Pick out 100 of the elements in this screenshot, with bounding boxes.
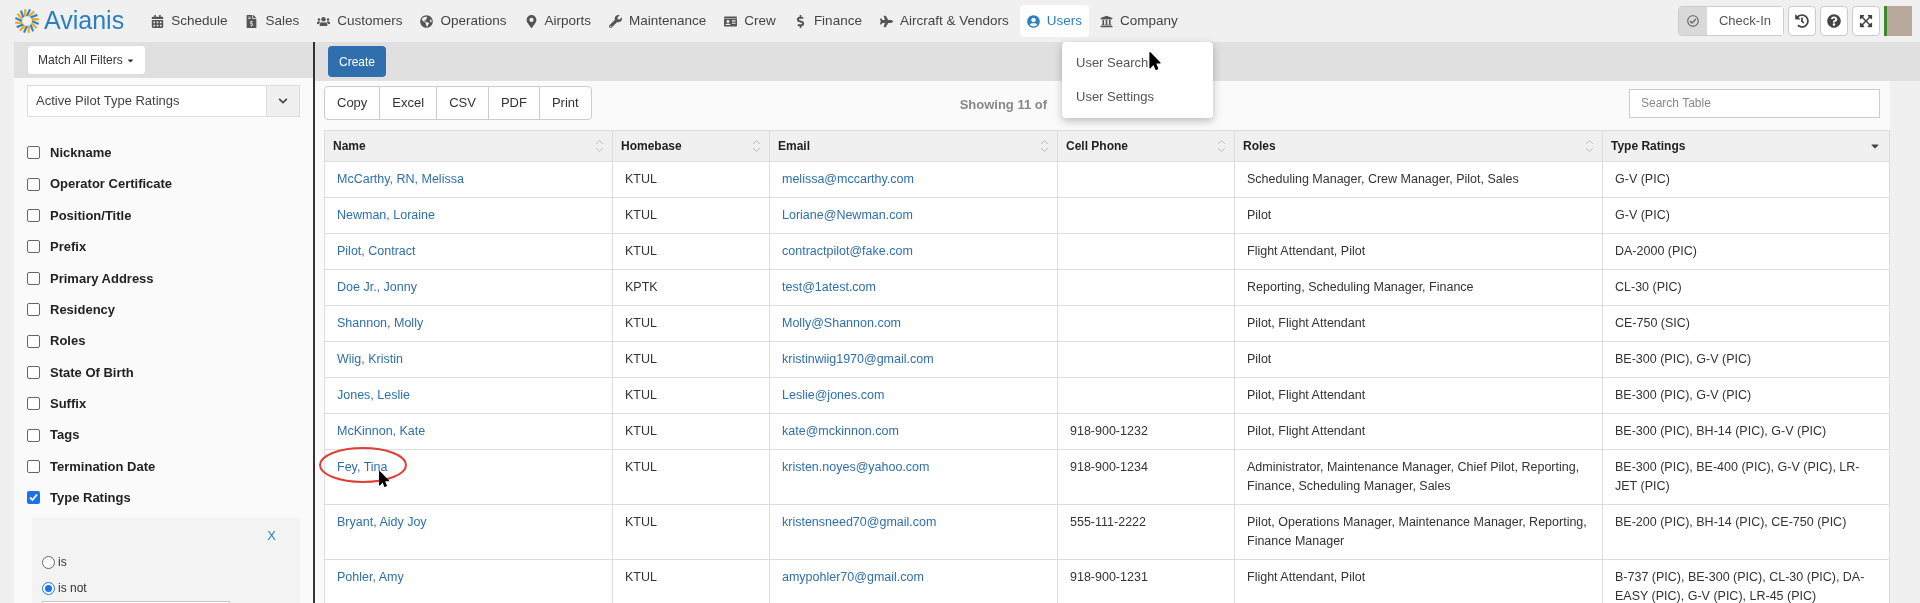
table-cell: Reporting, Scheduling Manager, Finance [1247,280,1474,294]
nav-item[interactable]: Users [1019,5,1089,37]
user-name-link[interactable]: Shannon, Molly [337,316,424,330]
export-button[interactable]: CSV [436,87,488,119]
filter-checkbox[interactable] [27,491,40,505]
history-icon [1795,14,1809,28]
email-link[interactable]: kristen.noyes@yahoo.com [782,460,930,474]
table-cell: KTUL [625,460,657,474]
email-link[interactable]: kristensneed70@gmail.com [782,515,937,529]
history-button[interactable] [1788,6,1816,36]
nav-item[interactable]: Finance [786,5,869,37]
close-button[interactable]: X [267,525,276,546]
filter-checkbox[interactable] [27,334,40,348]
user-name-link[interactable]: Wiig, Kristin [337,352,403,366]
filter-label: Position/Title [50,206,132,225]
table-cell: BE-300 (PIC), BH-14 (PIC), G-V (PIC) [1615,424,1827,438]
export-button[interactable]: Copy [325,87,380,119]
email-link[interactable]: melissa@mccarthy.com [782,172,914,186]
table-cell: KTUL [625,515,657,529]
check-in-button[interactable]: Check-In [1706,7,1783,35]
globe-icon [420,14,434,28]
cursor-icon [1148,52,1162,70]
nav-item[interactable]: Schedule [144,5,235,37]
column-header[interactable]: Cell Phone [1057,131,1234,161]
radio-button[interactable] [42,555,55,569]
menu-item[interactable]: User Settings [1062,80,1213,114]
sunburst-logo-icon [14,8,40,34]
nav-item[interactable]: Operations [413,5,514,37]
nav-item[interactable]: Crew [717,5,783,37]
chevron-down-icon [266,86,299,116]
filter-label: Suffix [50,395,87,414]
user-name-link[interactable]: Bryant, Aidy Joy [337,515,427,529]
building-icon [1100,14,1113,28]
filter-checkbox[interactable] [27,240,40,254]
create-button[interactable]: Create [328,46,387,77]
radio-button[interactable] [42,581,55,595]
expand-button[interactable] [1852,6,1880,36]
map-pin-icon [524,14,538,28]
nav-item[interactable]: Aircraft & Vendors [872,5,1016,37]
filter-checkbox[interactable] [27,460,40,474]
email-link[interactable]: Leslie@jones.com [782,388,885,402]
table-cell: Scheduling Manager, Crew Manager, Pilot, Sales [1247,172,1519,186]
users-icon [317,14,331,28]
search-field[interactable]: Search Table [1629,88,1880,118]
user-name-link[interactable]: Pilot, Contract [337,244,416,258]
column-header[interactable]: Type Ratings [1602,131,1889,161]
table-cell: KTUL [625,424,657,438]
menu-item[interactable]: User Search [1062,46,1213,80]
table-cell: Pilot, Flight Attendant [1247,388,1366,402]
export-button[interactable]: PDF [487,87,539,119]
column-header[interactable]: Name [325,131,612,161]
table-cell: B-737 (PIC), BE-300 (PIC), CL-30 (PIC), DA-EASY (PIC), G-V (PIC), LR-45 (PIC) [1615,570,1865,603]
email-link[interactable]: test@1atest.com [782,280,876,294]
filter-checkbox[interactable] [27,177,40,191]
filter-checkbox[interactable] [27,365,40,379]
email-link[interactable]: contractpilot@fake.com [782,244,913,258]
column-header[interactable]: Email [769,131,1057,161]
user-name-link[interactable]: Jones, Leslie [337,388,410,402]
filter-checkbox[interactable] [27,397,40,411]
filter-select[interactable]: Active Pilot Type Ratings [27,85,300,117]
user-name-link[interactable]: McKinnon, Kate [337,424,426,438]
user-name-link[interactable]: McCarthy, RN, Melissa [337,172,464,186]
calendar-icon [151,14,165,28]
email-link[interactable]: kate@mckinnon.com [782,424,899,438]
help-button[interactable] [1820,6,1848,36]
radio-label: is not [58,580,87,598]
table-cell: 555-111-2222 [1070,515,1146,529]
filter-checkbox[interactable] [27,303,40,317]
user-name-link[interactable]: Doe Jr., Jonny [337,280,417,294]
filter-checkbox[interactable] [27,428,40,442]
nav-item[interactable]: Sales [238,5,307,37]
email-link[interactable]: amypohler70@gmail.com [782,570,924,584]
table-cell: Pilot [1247,208,1272,222]
user-name-link[interactable]: Newman, Loraine [337,208,435,222]
filter-checkbox[interactable] [27,271,40,285]
table-cell: CL-30 (PIC) [1615,280,1682,294]
table-cell: KTUL [625,172,657,186]
invoice-icon [245,14,259,28]
nav-item[interactable]: Maintenance [602,5,714,37]
match-filters-button[interactable]: Match All Filters [27,45,146,75]
filter-label: State Of Birth [50,363,134,382]
export-button[interactable]: Print [538,87,591,119]
column-header[interactable]: Roles [1234,131,1602,161]
nav-item[interactable]: Airports [517,5,599,37]
filter-checkbox[interactable] [27,208,40,222]
expand-icon [1859,14,1873,28]
user-name-link[interactable]: Pohler, Amy [337,570,404,584]
email-link[interactable]: kristinwiig1970@gmail.com [782,352,934,366]
export-button[interactable]: Excel [379,87,437,119]
filter-checkbox[interactable] [27,146,40,160]
nav-item[interactable]: Company [1093,5,1185,37]
select-value: Active Pilot Type Ratings [35,92,181,111]
column-header[interactable]: Homebase [612,131,769,161]
email-link[interactable]: Loriane@Newman.com [782,208,913,222]
plane-icon [879,14,893,28]
email-link[interactable]: Molly@Shannon.com [782,316,901,330]
table-cell: 918-900-1231 [1070,570,1148,584]
table-cell: G-V (PIC) [1615,208,1670,222]
nav-item[interactable]: Customers [310,5,410,37]
table-cell: KTUL [625,352,657,366]
